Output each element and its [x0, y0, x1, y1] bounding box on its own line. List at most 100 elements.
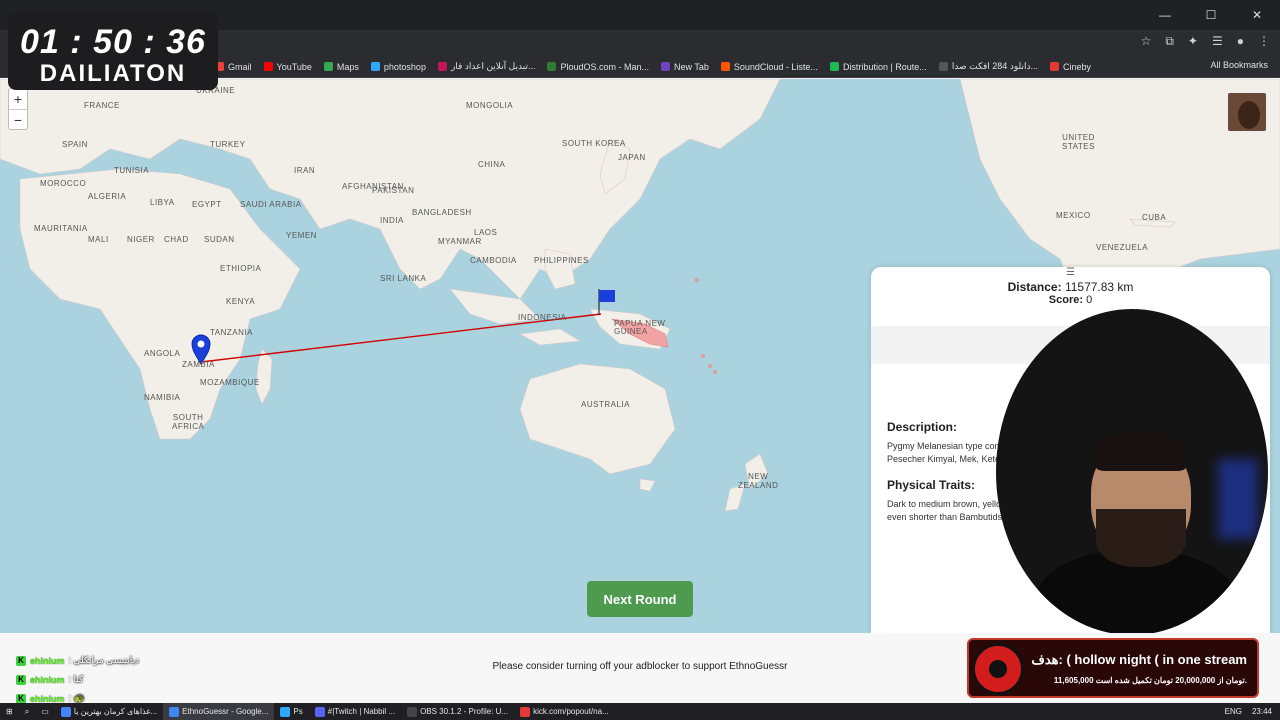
bookmark-icon: [720, 62, 730, 71]
bookmark-label: YouTube: [276, 61, 312, 72]
kick-badge-icon: K: [16, 693, 26, 704]
bookmark-item[interactable]: SoundCloud - Liste...: [720, 61, 818, 72]
bookmark-icon: [437, 62, 447, 71]
goal-progress: 11,605,000 تومان از 20,000,000 تومان تکم…: [1053, 676, 1247, 685]
bookmark-label: Distribution | Route...: [842, 61, 927, 72]
bookmark-item[interactable]: Cineby: [1050, 62, 1091, 72]
bookmark-item[interactable]: Gmail: [215, 62, 252, 72]
zoom-in-button[interactable]: +: [9, 89, 27, 109]
map-label-myanmar: MYANMAR: [438, 237, 482, 246]
taskbar-app-label: #|Twitch | Nabbil ...: [327, 707, 396, 716]
maximize-icon[interactable]: ☐: [1188, 0, 1234, 30]
taskbar-app[interactable]: #|Twitch | Nabbil ...: [309, 703, 401, 720]
score-value: 0: [1086, 294, 1093, 306]
taskbar-app[interactable]: EthnoGuessr - Google...: [163, 703, 275, 720]
goal-title: هدف: ( hollow night ( in one stream: [1031, 652, 1247, 667]
bookmark-icon: [938, 62, 948, 71]
bookmark-item[interactable]: Distribution | Route...: [829, 61, 927, 72]
taskbar: ⊞ ⌕ ▭ غذاهای کرمان بهترین یا... EthnoGues…: [0, 703, 1280, 720]
bookmark-label: SoundCloud - Liste...: [733, 61, 818, 72]
bookmark-icon: [661, 62, 671, 71]
bookmark-label: Gmail: [228, 61, 252, 72]
chat-message: Kehinium: کنا: [16, 670, 139, 689]
map-label-ethiopia: ETHIOPIA: [220, 264, 262, 273]
panel-menu-icon[interactable]: ☰: [871, 267, 1270, 278]
extension-icon[interactable]: ⧉: [1165, 34, 1174, 49]
bookmark-item[interactable]: Maps: [323, 62, 359, 72]
map-label-iran: IRAN: [294, 166, 316, 175]
map-label-mozambique: MOZAMBIQUE: [200, 378, 260, 387]
map-label-turkey: TURKEY: [210, 140, 246, 149]
map-label-sri-lanka: SRI LANKA: [380, 274, 427, 283]
bookmark-item[interactable]: تبدیل آنلاین اعداد فار...: [437, 61, 536, 72]
bookmark-item[interactable]: PloudOS.com - Man...: [547, 62, 649, 72]
taskbar-app[interactable]: kick.com/popout/na...: [514, 703, 615, 720]
map-label-mexico: MEXICO: [1056, 211, 1091, 220]
map-label-venezuela: VENEZUELA: [1096, 243, 1149, 252]
all-bookmarks[interactable]: All Bookmarks: [1210, 60, 1268, 70]
map-label-saudi-arabia: SAUDI ARABIA: [240, 200, 302, 209]
taskbar-app-label: EthnoGuessr - Google...: [182, 707, 269, 716]
taskbar-app[interactable]: Ps: [274, 703, 308, 720]
next-round-button[interactable]: Next Round: [587, 581, 693, 617]
profile-icon[interactable]: ●: [1237, 34, 1244, 49]
score-text: Score: 0: [871, 294, 1270, 306]
map-label-yemen: YEMEN: [286, 231, 317, 240]
map-label-mauritania: MAURITANIA: [34, 224, 88, 233]
taskbar-app[interactable]: OBS 30.1.2 - Profile: U...: [401, 703, 514, 720]
map-label-tunisia: TUNISIA: [114, 166, 150, 175]
map-label-algeria: ALGERIA: [88, 192, 127, 201]
map-label-tanzania: TANZANIA: [210, 328, 253, 337]
puzzle-icon[interactable]: ✦: [1188, 34, 1198, 49]
timer-label: DAILIATON: [39, 60, 187, 87]
map-label-cambodia: CAMBODIA: [470, 256, 517, 265]
bookmark-item[interactable]: photoshop: [370, 61, 426, 72]
bookmark-icon: [829, 62, 839, 71]
distance-value: 11577.83 km: [1064, 280, 1134, 294]
minimize-icon[interactable]: —: [1142, 0, 1188, 30]
distance-text: Distance: 11577.83 km: [871, 280, 1270, 294]
app-icon: [60, 706, 71, 717]
map-label-angola: ANGOLA: [144, 349, 181, 358]
bookmark-item[interactable]: New Tab: [661, 62, 709, 72]
timer-time: 01 : 50 : 36: [20, 23, 206, 61]
zoom-control: + −: [8, 88, 28, 130]
chat-overlay: Kehinium: دیابتیسی مرانکلی Kehinium: کنا K…: [16, 651, 139, 708]
bookmark-icon: [1050, 62, 1059, 71]
app-icon: [169, 706, 180, 717]
tray-language[interactable]: ENG: [1225, 707, 1242, 716]
bookmark-item[interactable]: دانلود 284 افکت صدا...: [938, 61, 1038, 72]
bookmark-label: دانلود 284 افکت صدا...: [951, 61, 1038, 71]
windows-start-icon[interactable]: ⊞: [0, 703, 19, 720]
bookmark-icon: [370, 62, 380, 71]
star-icon[interactable]: ☆: [1141, 34, 1152, 49]
search-icon[interactable]: ⌕: [19, 703, 35, 720]
goal-icon: [972, 643, 1024, 695]
kick-badge-icon: K: [16, 655, 26, 666]
map-label-chad: CHAD: [164, 235, 189, 244]
close-icon[interactable]: ✕: [1234, 0, 1280, 30]
map-label-egypt: EGYPT: [192, 200, 222, 209]
avatar[interactable]: [1226, 91, 1268, 133]
chat-text: : کنا: [68, 674, 84, 684]
system-tray: ENG 23:44: [1225, 703, 1272, 720]
menu-icon[interactable]: ⋮: [1258, 34, 1270, 49]
map-label-indonesia: INDONESIA: [518, 313, 567, 322]
map-label-niger: NIGER: [127, 235, 155, 244]
map-label-india: INDIA: [380, 216, 404, 225]
zoom-out-button[interactable]: −: [9, 109, 27, 129]
bookmark-label: تبدیل آنلاین اعداد فار...: [450, 61, 536, 71]
tray-time[interactable]: 23:44: [1252, 707, 1272, 716]
map-label-papua-new-guinea: PAPUA NEW GUINEA: [614, 319, 666, 336]
taskbar-app-label: غذاهای کرمان بهترین یا...: [73, 707, 158, 716]
bookmark-icon: [547, 62, 557, 71]
chat-username: ehinium: [30, 655, 65, 666]
chat-message: Kehinium: دیابتیسی مرانکلی: [16, 651, 139, 670]
media-icon[interactable]: ☰: [1212, 34, 1223, 49]
task-view-icon[interactable]: ▭: [35, 703, 55, 720]
app-icon: [520, 706, 531, 717]
taskbar-app[interactable]: غذاهای کرمان بهترین یا...: [55, 703, 163, 720]
bookmark-label: photoshop: [383, 61, 426, 72]
bookmark-label: Cineby: [1063, 61, 1092, 72]
bookmark-item[interactable]: YouTube: [263, 61, 312, 72]
